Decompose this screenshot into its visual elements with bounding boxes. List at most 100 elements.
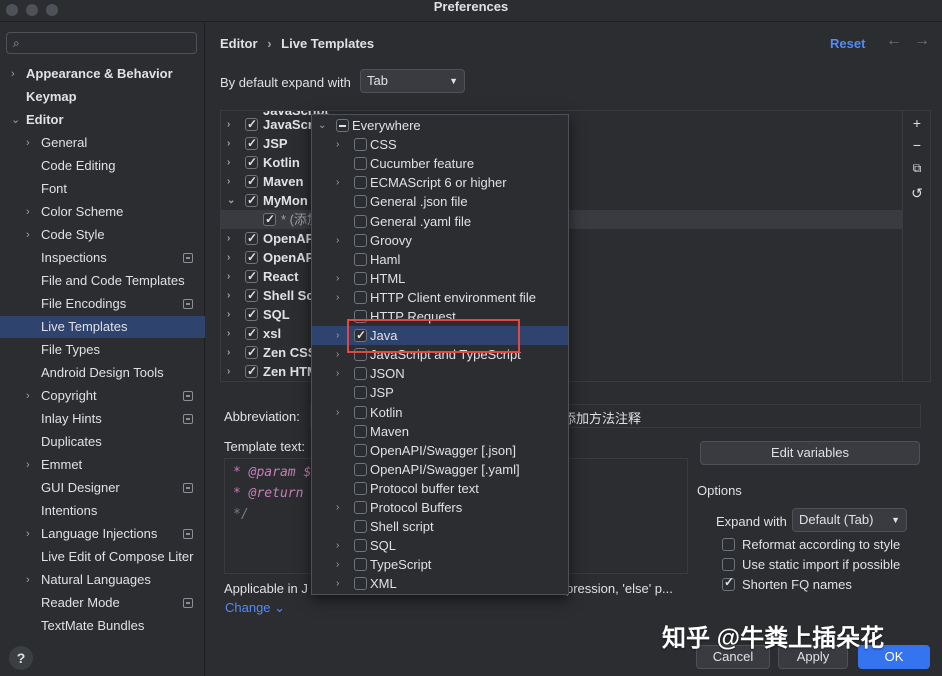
group-checkbox[interactable]	[245, 191, 258, 210]
chevron-right-icon[interactable]: ›	[227, 153, 230, 172]
chevron-right-icon[interactable]: ›	[26, 385, 30, 407]
context-item[interactable]: › HTML	[312, 269, 568, 288]
group-checkbox[interactable]	[245, 267, 258, 286]
context-item[interactable]: General .yaml file	[312, 212, 568, 231]
context-item[interactable]: › XML	[312, 574, 568, 593]
group-checkbox[interactable]	[245, 172, 258, 191]
chevron-right-icon[interactable]: ›	[336, 555, 339, 574]
sidebar-item[interactable]: Live Templates	[0, 316, 205, 338]
reset-link[interactable]: Reset	[830, 36, 865, 51]
group-checkbox[interactable]	[245, 248, 258, 267]
context-checkbox[interactable]	[354, 481, 367, 495]
sidebar-item[interactable]: Reader Mode	[0, 592, 205, 614]
sidebar-item[interactable]: Inspections	[0, 247, 205, 269]
help-button[interactable]: ?	[9, 646, 33, 670]
context-item[interactable]: General .json file	[312, 192, 568, 211]
context-checkbox[interactable]	[354, 539, 367, 553]
sidebar-item[interactable]: GUI Designer	[0, 477, 205, 499]
context-item[interactable]: ⌄ Everywhere	[312, 116, 568, 135]
context-item[interactable]: › JSON	[312, 364, 568, 383]
chevron-right-icon[interactable]: ›	[336, 326, 339, 345]
sidebar-item[interactable]: File and Code Templates	[0, 270, 205, 292]
chevron-right-icon[interactable]: ›	[336, 403, 339, 422]
sidebar-item[interactable]: › Code Style	[0, 224, 205, 246]
sidebar-item[interactable]: › Emmet	[0, 454, 205, 476]
chevron-right-icon[interactable]: ›	[336, 574, 339, 593]
context-item[interactable]: Haml	[312, 250, 568, 269]
copy-icon[interactable]: ⧉	[909, 161, 925, 176]
chevron-right-icon[interactable]: ›	[26, 569, 30, 591]
context-checkbox[interactable]	[354, 462, 367, 476]
context-checkbox[interactable]	[354, 214, 367, 228]
chevron-right-icon[interactable]: ›	[336, 364, 339, 383]
forward-arrow-icon[interactable]: →	[914, 32, 942, 49]
sidebar-item[interactable]: File Types	[0, 339, 205, 361]
context-item[interactable]: › CSS	[312, 135, 568, 154]
context-item[interactable]: › ECMAScript 6 or higher	[312, 173, 568, 192]
remove-icon[interactable]: −	[909, 137, 925, 153]
expand-with-select[interactable]: Tab ▼	[360, 69, 465, 93]
sidebar-item[interactable]: › General	[0, 132, 205, 154]
context-checkbox[interactable]	[354, 520, 367, 534]
chevron-right-icon[interactable]: ›	[26, 523, 30, 545]
chevron-right-icon[interactable]: ›	[227, 305, 230, 324]
sidebar-item[interactable]: Inlay Hints	[0, 408, 205, 430]
chevron-right-icon[interactable]: ›	[26, 224, 30, 246]
sidebar-item[interactable]: Live Edit of Compose Liter	[0, 546, 205, 568]
chevron-right-icon[interactable]: ›	[336, 173, 339, 192]
chevron-right-icon[interactable]: ›	[26, 201, 30, 223]
sidebar-item[interactable]: File Encodings	[0, 293, 205, 315]
context-checkbox[interactable]	[354, 195, 367, 209]
context-checkbox[interactable]	[336, 119, 349, 132]
context-checkbox[interactable]	[354, 443, 367, 457]
context-item[interactable]: › TypeScript	[312, 555, 568, 574]
sidebar-item[interactable]: Android Design Tools	[0, 362, 205, 384]
chevron-right-icon[interactable]: ›	[227, 115, 230, 134]
context-checkbox[interactable]	[354, 233, 367, 247]
chevron-right-icon[interactable]: ›	[227, 286, 230, 305]
change-contexts-link[interactable]: Change ⌄	[225, 600, 285, 616]
chevron-right-icon[interactable]: ›	[227, 362, 230, 381]
context-checkbox[interactable]	[354, 558, 367, 572]
sidebar-item[interactable]: › Language Injections	[0, 523, 205, 545]
group-checkbox[interactable]	[245, 305, 258, 324]
sidebar-item[interactable]: › Copyright	[0, 385, 205, 407]
static-import-checkbox[interactable]	[722, 558, 735, 571]
context-checkbox[interactable]	[354, 405, 367, 419]
context-item[interactable]: OpenAPI/Swagger [.json]	[312, 441, 568, 460]
chevron-right-icon[interactable]: ›	[336, 135, 339, 154]
chevron-down-icon[interactable]: ⌄	[11, 109, 20, 131]
sidebar-item[interactable]: Intentions	[0, 500, 205, 522]
template-checkbox[interactable]	[263, 210, 276, 229]
context-checkbox[interactable]	[354, 424, 367, 438]
context-checkbox[interactable]	[354, 157, 367, 171]
group-checkbox[interactable]	[245, 229, 258, 248]
context-checkbox[interactable]	[354, 577, 367, 591]
chevron-down-icon[interactable]: ⌄	[227, 191, 235, 210]
chevron-right-icon[interactable]: ›	[26, 132, 30, 154]
chevron-right-icon[interactable]: ›	[336, 536, 339, 555]
sidebar-item[interactable]: › Natural Languages	[0, 569, 205, 591]
context-item[interactable]: JSP	[312, 383, 568, 402]
chevron-right-icon[interactable]: ›	[227, 324, 230, 343]
sidebar-item[interactable]: Duplicates	[0, 431, 205, 453]
context-item[interactable]: › Groovy	[312, 231, 568, 250]
group-checkbox[interactable]	[245, 115, 258, 134]
chevron-down-icon[interactable]: ⌄	[318, 116, 326, 135]
chevron-right-icon[interactable]: ›	[336, 498, 339, 517]
back-arrow-icon[interactable]: ←	[886, 32, 914, 49]
chevron-right-icon[interactable]: ›	[227, 267, 230, 286]
context-checkbox[interactable]	[354, 138, 367, 152]
chevron-right-icon[interactable]: ›	[336, 345, 339, 364]
context-item[interactable]: Protocol buffer text	[312, 479, 568, 498]
context-checkbox[interactable]	[354, 290, 367, 304]
context-item[interactable]: Maven	[312, 422, 568, 441]
chevron-right-icon[interactable]: ›	[227, 248, 230, 267]
context-item[interactable]: › Protocol Buffers	[312, 498, 568, 517]
context-item[interactable]: OpenAPI/Swagger [.yaml]	[312, 460, 568, 479]
chevron-right-icon[interactable]: ›	[227, 229, 230, 248]
group-checkbox[interactable]	[245, 134, 258, 153]
expand-with-options-select[interactable]: Default (Tab) ▼	[792, 508, 907, 532]
group-checkbox[interactable]	[245, 343, 258, 362]
chevron-right-icon[interactable]: ›	[336, 231, 339, 250]
